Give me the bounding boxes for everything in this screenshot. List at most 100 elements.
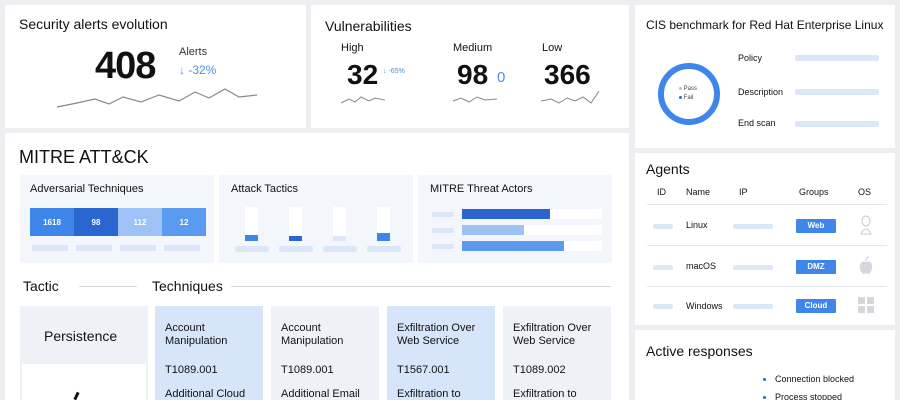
response-text: Process stopped	[775, 392, 843, 400]
alerts-count: 408	[95, 45, 156, 87]
alerts-sparkline	[56, 88, 258, 108]
agents-col-os: OS	[858, 187, 872, 197]
agents-col-ip: IP	[739, 187, 748, 197]
vulnerabilities-card: Vulnerabilities High 32 ↓ -65% Medium 98…	[311, 5, 629, 128]
windows-icon	[858, 297, 874, 313]
tactic-column-4	[377, 207, 390, 241]
cis-benchmark-card: CIS benchmark for Red Hat Enterprise Lin…	[635, 5, 895, 148]
adv-placeholder-1	[32, 245, 68, 251]
technique-sub-1: Additional Cloud	[165, 388, 246, 400]
pass-label: Pass	[683, 86, 698, 92]
threat-actors-panel[interactable]: MITRE Threat Actors	[418, 175, 612, 263]
high-label: High	[341, 42, 364, 54]
technique-card-1[interactable]: Account Manipulation T1089.001 Additiona…	[155, 306, 263, 400]
adversarial-box[interactable]: 1618	[30, 208, 74, 236]
actor-bar-fill-3	[462, 241, 564, 251]
high-sparkline	[340, 96, 386, 104]
table-row[interactable]: Linux Web	[647, 205, 887, 245]
tactic-fill-2	[289, 236, 302, 241]
linux-icon	[860, 215, 872, 235]
technique-id-2: T1089.001	[281, 364, 334, 376]
threat-actors-title: MITRE Threat Actors	[430, 183, 533, 195]
adversarial-boxes: 1618 98 112 12	[30, 208, 206, 236]
active-responses-card: Active responses Connection blocked Proc…	[635, 330, 895, 400]
medium-value: 98	[457, 59, 489, 90]
low-sparkline	[540, 90, 600, 104]
cis-donut-chart	[658, 63, 720, 125]
alerts-change: ↓ -32%	[179, 63, 217, 77]
tactic-fill-4	[377, 233, 390, 241]
agents-col-id: ID	[657, 187, 666, 197]
adversarial-techniques-panel[interactable]: Adversarial Techniques 1618 98 112 12	[20, 175, 214, 263]
cis-description-bar	[795, 89, 879, 95]
cis-field-description: Description	[738, 87, 784, 97]
technique-card-3[interactable]: Exfiltration Over Web Service T1567.001 …	[387, 306, 495, 400]
agent-group-badge: Cloud	[796, 299, 836, 313]
technique-name-3: Exfiltration Over Web Service	[397, 322, 476, 347]
actor-bar-track-2	[462, 225, 602, 235]
table-row[interactable]: macOS DMZ	[647, 246, 887, 286]
list-item: Connection blocked	[763, 374, 854, 384]
actor-label-3	[432, 244, 454, 249]
agent-group-badge: Web	[796, 219, 836, 233]
techniques-header: Techniques	[152, 278, 223, 294]
agent-ip-placeholder	[733, 304, 773, 309]
high-change: ↓ -65%	[383, 68, 405, 75]
medium-extra: 0	[497, 69, 506, 86]
cis-legend-pass: Pass	[679, 86, 697, 92]
adv-placeholder-3	[120, 245, 156, 251]
apple-icon	[859, 256, 873, 274]
pass-dot-icon	[679, 86, 682, 90]
cis-field-end-scan: End scan	[738, 118, 776, 128]
tactic-placeholder-4	[367, 246, 401, 252]
cis-policy-bar	[795, 55, 879, 61]
tactic-column-2	[289, 207, 302, 241]
adversarial-box[interactable]: 12	[162, 208, 206, 236]
agent-id-placeholder	[653, 265, 673, 270]
tactic-placeholder-3	[323, 246, 357, 252]
actor-label-1	[432, 212, 454, 217]
tactic-fill-3	[333, 236, 346, 241]
technique-card-4[interactable]: Exfiltration Over Web Service T1089.002 …	[503, 306, 611, 400]
table-row[interactable]: Windows Cloud	[647, 287, 887, 323]
technique-sub-3: Exfiltration to	[397, 388, 461, 400]
tactic-header-rule	[79, 286, 137, 287]
agent-group-badge: DMZ	[796, 260, 836, 274]
technique-card-2[interactable]: Account Manipulation T1089.001 Additiona…	[271, 306, 379, 400]
bullet-icon	[763, 396, 766, 400]
cis-end-scan-bar	[795, 121, 879, 127]
adv-placeholder-4	[164, 245, 200, 251]
mitre-title: MITRE ATT&CK	[19, 147, 149, 167]
active-responses-title: Active responses	[646, 343, 753, 359]
medium-label: Medium	[453, 42, 493, 54]
cis-field-policy: Policy	[738, 53, 763, 63]
adversarial-box[interactable]: 98	[74, 208, 118, 236]
list-item: Process stopped	[763, 392, 842, 400]
security-alerts-title: Security alerts evolution	[19, 16, 168, 32]
actor-label-2	[432, 228, 454, 233]
attack-tactics-title: Attack Tactics	[231, 183, 299, 195]
response-text: Connection blocked	[775, 374, 855, 384]
technique-id-3: T1567.001	[397, 364, 450, 376]
tactic-card-persistence[interactable]: Persistence	[20, 306, 148, 400]
agent-name: Windows	[686, 301, 723, 311]
vulnerabilities-title: Vulnerabilities	[325, 18, 412, 34]
cis-legend-fail: Fail	[679, 95, 693, 101]
technique-id-4: T1089.002	[513, 364, 566, 376]
technique-name-1: Account Manipulation	[165, 322, 228, 347]
agents-title: Agents	[646, 161, 690, 177]
agent-ip-placeholder	[733, 224, 773, 229]
fail-dot-icon	[679, 95, 682, 99]
technique-sub-2: Additional Email	[281, 388, 360, 400]
tactic-column-3	[333, 207, 346, 241]
agents-col-groups: Groups	[799, 187, 829, 197]
low-value: 366	[544, 59, 591, 90]
technique-id-1: T1089.001	[165, 364, 218, 376]
agent-ip-placeholder	[733, 265, 773, 270]
agents-col-name: Name	[686, 187, 711, 197]
tactic-placeholder-2	[279, 246, 313, 252]
bullet-icon	[763, 378, 766, 382]
high-value: 32	[347, 59, 379, 90]
adversarial-box[interactable]: 112	[118, 208, 162, 236]
attack-tactics-panel[interactable]: Attack Tactics	[219, 175, 413, 263]
